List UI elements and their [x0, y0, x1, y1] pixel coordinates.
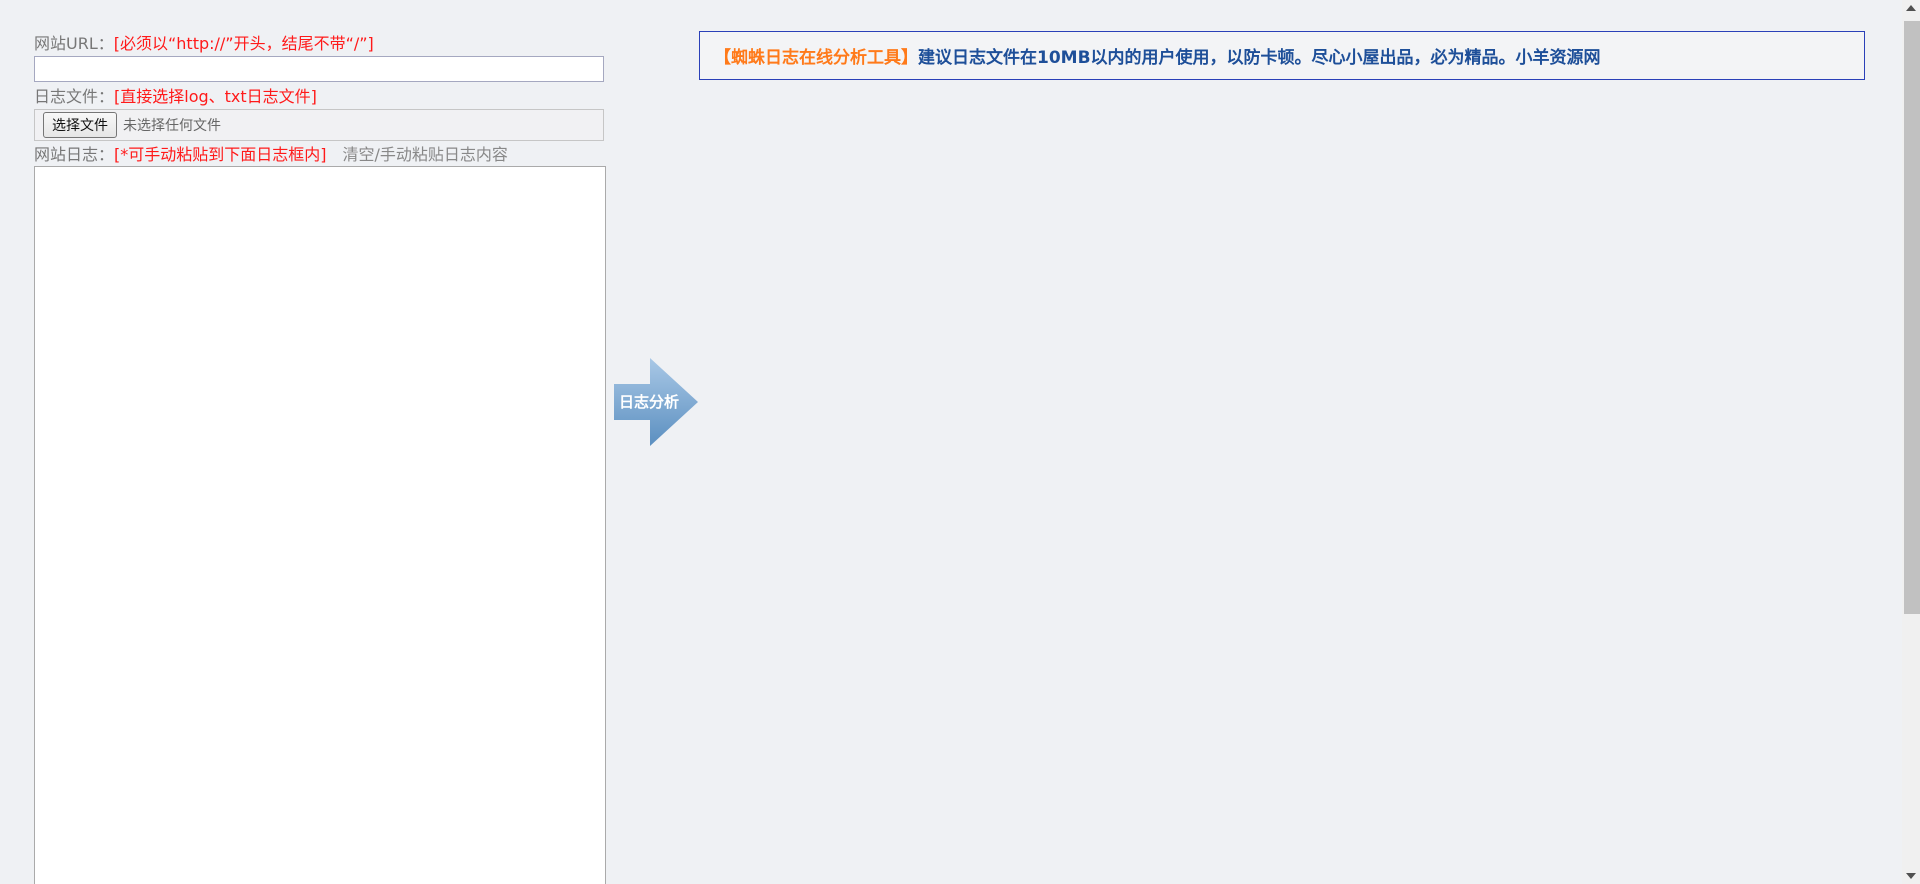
- info-banner: 【蜘蛛日志在线分析工具】 建议日志文件在10MB以内的用户使用，以防卡顿。尽心小屋…: [699, 31, 1865, 80]
- clear-log-link[interactable]: 清空/手动粘贴日志内容: [343, 145, 508, 164]
- scroll-up-arrow-icon[interactable]: [1902, 0, 1920, 16]
- log-textarea[interactable]: [34, 166, 606, 884]
- log-hint: [*可手动粘贴到下面日志框内]: [114, 145, 327, 164]
- choose-file-button[interactable]: 选择文件: [43, 112, 117, 138]
- log-label-row: 网站日志：[*可手动粘贴到下面日志框内] 清空/手动粘贴日志内容: [34, 145, 508, 165]
- url-input[interactable]: [34, 56, 604, 82]
- file-picker: 选择文件 未选择任何文件: [34, 109, 604, 141]
- vertical-scrollbar[interactable]: [1902, 0, 1920, 884]
- scroll-down-arrow-icon[interactable]: [1902, 868, 1920, 884]
- banner-title: 【蜘蛛日志在线分析工具】: [714, 48, 918, 68]
- file-hint: [直接选择log、txt日志文件]: [114, 87, 317, 106]
- banner-message: 建议日志文件在10MB以内的用户使用，以防卡顿。尽心小屋出品，必为精品。小羊资源…: [918, 48, 1601, 68]
- url-label: 网站URL：: [34, 34, 114, 53]
- url-label-row: 网站URL：[必须以“http://”开头，结尾不带“/”]: [34, 34, 374, 54]
- analyze-button-label: 日志分析: [618, 393, 679, 411]
- file-label: 日志文件：: [34, 87, 115, 106]
- scroll-thumb[interactable]: [1904, 21, 1920, 614]
- page: 网站URL：[必须以“http://”开头，结尾不带“/”] 日志文件：[直接选…: [0, 0, 1920, 884]
- url-hint: [必须以“http://”开头，结尾不带“/”]: [113, 34, 374, 53]
- file-status: 未选择任何文件: [123, 118, 221, 134]
- analyze-button[interactable]: 日志分析: [614, 358, 698, 446]
- file-label-row: 日志文件：[直接选择log、txt日志文件]: [34, 87, 317, 107]
- log-label: 网站日志：: [34, 145, 115, 164]
